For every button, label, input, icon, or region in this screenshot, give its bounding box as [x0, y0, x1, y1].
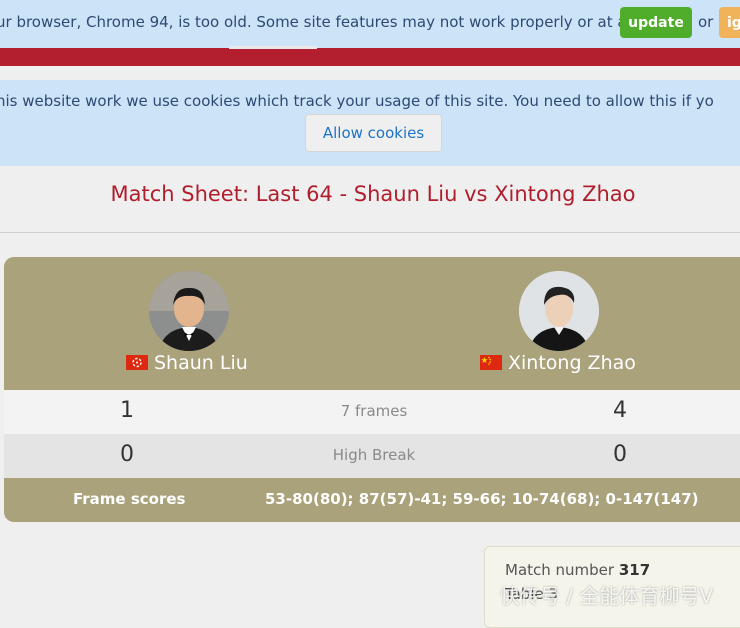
allow-cookies-button[interactable]: Allow cookies [305, 114, 442, 152]
player1-name[interactable]: Shaun Liu [154, 352, 248, 374]
frames-row: 1 7 frames 4 [4, 390, 740, 434]
match-number-line: Match number 317 [505, 561, 650, 579]
match-number-label: Match number [505, 561, 615, 579]
match-number-value: 317 [618, 561, 651, 579]
high-break-row: 0 High Break 0 [4, 434, 740, 478]
player2-name[interactable]: Xintong Zhao [508, 352, 636, 374]
watermark: 快传号 / 全能体育柳号V [500, 584, 714, 608]
nav-active-indicator [229, 46, 317, 49]
ignore-button[interactable]: ig [719, 7, 740, 38]
hong-kong-flag-icon [126, 353, 148, 370]
china-flag-icon [480, 353, 502, 370]
or-text: or [698, 13, 714, 31]
frame-scores-label: Frame scores [73, 490, 186, 508]
player1-portrait [149, 271, 229, 351]
cookie-banner: his website work we use cookies which tr… [0, 80, 740, 166]
player1-avatar[interactable] [149, 271, 229, 351]
player2-portrait [519, 271, 599, 351]
player2-high-break: 0 [613, 442, 627, 467]
player2-avatar[interactable] [519, 271, 599, 351]
site-header-strip [0, 48, 740, 66]
browser-warning-bar: ur browser, Chrome 94, is too old. Some … [0, 0, 740, 48]
update-button[interactable]: update [620, 7, 692, 38]
player2-name-block: Xintong Zhao [480, 352, 636, 374]
player1-name-block: Shaun Liu [126, 352, 248, 374]
title-divider [0, 232, 740, 233]
frame-scores-value: 53-80(80); 87(57)-41; 59-66; 10-74(68); … [265, 490, 699, 508]
cookie-message: his website work we use cookies which tr… [0, 92, 714, 110]
browser-warning-text: ur browser, Chrome 94, is too old. Some … [0, 13, 640, 31]
page-title: Match Sheet: Last 64 - Shaun Liu vs Xint… [110, 182, 636, 206]
player2-frames: 4 [613, 398, 627, 423]
